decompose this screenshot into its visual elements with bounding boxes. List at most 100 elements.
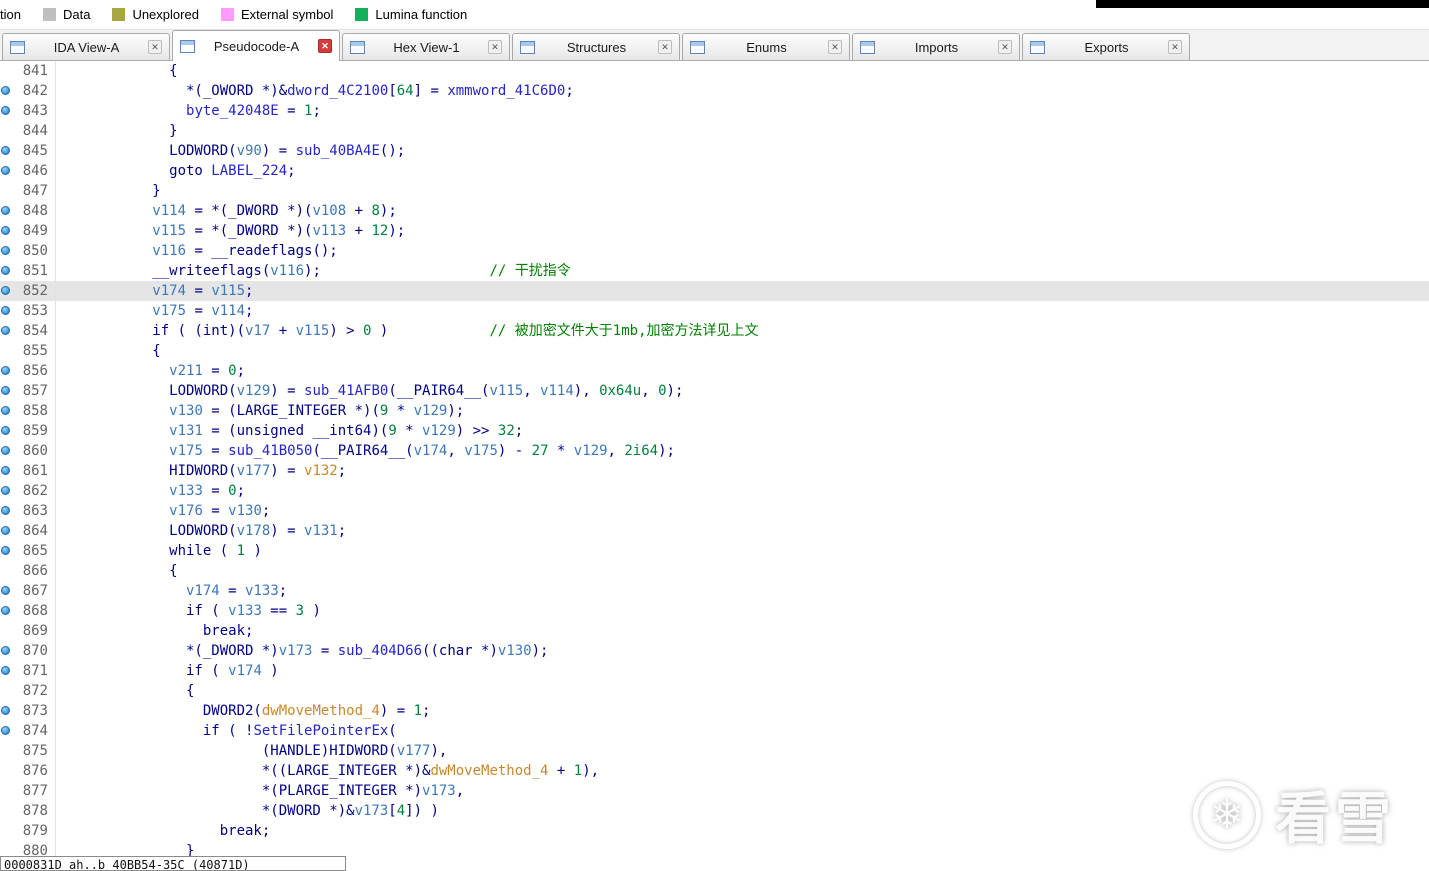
code-line[interactable]: 879 break; bbox=[0, 821, 1429, 841]
code-line[interactable]: 847 } bbox=[0, 181, 1429, 201]
tab-structures[interactable]: Structures ✕ bbox=[512, 33, 680, 60]
tab-close-button[interactable]: ✕ bbox=[998, 40, 1012, 54]
code-text[interactable]: v176 = v130; bbox=[56, 501, 270, 521]
code-line[interactable]: 852 v174 = v115; bbox=[0, 281, 1429, 301]
tab-imports[interactable]: Imports ✕ bbox=[852, 33, 1020, 60]
code-text[interactable]: v131 = (unsigned __int64)(9 * v129) >> 3… bbox=[56, 421, 523, 441]
tab-close-button[interactable]: ✕ bbox=[318, 39, 332, 53]
code-text[interactable]: if ( v174 ) bbox=[56, 661, 279, 681]
code-text[interactable]: v114 = *(_DWORD *)(v108 + 8); bbox=[56, 201, 396, 221]
code-text[interactable]: v174 = v133; bbox=[56, 581, 287, 601]
code-line[interactable]: 877 *(PLARGE_INTEGER *)v173, bbox=[0, 781, 1429, 801]
code-text[interactable]: { bbox=[56, 61, 177, 81]
code-text[interactable]: goto LABEL_224; bbox=[56, 161, 295, 181]
line-number: 850 bbox=[22, 243, 48, 259]
code-text[interactable]: if ( !SetFilePointerEx( bbox=[56, 721, 397, 741]
code-text[interactable]: } bbox=[56, 121, 177, 141]
code-line[interactable]: 878 *(DWORD *)&v173[4]) ) bbox=[0, 801, 1429, 821]
tab-close-button[interactable]: ✕ bbox=[658, 40, 672, 54]
code-text[interactable]: HIDWORD(v177) = v132; bbox=[56, 461, 346, 481]
code-line[interactable]: 844 } bbox=[0, 121, 1429, 141]
code-line[interactable]: 859 v131 = (unsigned __int64)(9 * v129) … bbox=[0, 421, 1429, 441]
code-line[interactable]: 849 v115 = *(_DWORD *)(v113 + 12); bbox=[0, 221, 1429, 241]
code-line[interactable]: 861 HIDWORD(v177) = v132; bbox=[0, 461, 1429, 481]
code-line[interactable]: 855 { bbox=[0, 341, 1429, 361]
line-number: 870 bbox=[22, 643, 48, 659]
code-line[interactable]: 856 v211 = 0; bbox=[0, 361, 1429, 381]
line-number: 866 bbox=[22, 563, 48, 579]
code-text[interactable]: break; bbox=[56, 821, 271, 841]
code-line[interactable]: 867 v174 = v133; bbox=[0, 581, 1429, 601]
code-line[interactable]: 841 { bbox=[0, 61, 1429, 81]
tab-close-button[interactable]: ✕ bbox=[488, 40, 502, 54]
code-line[interactable]: 846 goto LABEL_224; bbox=[0, 161, 1429, 181]
code-text[interactable]: LODWORD(v129) = sub_41AFB0(__PAIR64__(v1… bbox=[56, 381, 683, 401]
code-text[interactable]: { bbox=[56, 341, 160, 361]
line-gutter: 854 bbox=[0, 321, 56, 341]
tab-label: Structures bbox=[566, 39, 627, 55]
code-line[interactable]: 848 v114 = *(_DWORD *)(v108 + 8); bbox=[0, 201, 1429, 221]
code-line[interactable]: 843 byte_42048E = 1; bbox=[0, 101, 1429, 121]
code-line[interactable]: 874 if ( !SetFilePointerEx( bbox=[0, 721, 1429, 741]
address-dot-icon bbox=[1, 146, 10, 155]
code-text[interactable]: { bbox=[56, 681, 194, 701]
code-line[interactable]: 875 (HANDLE)HIDWORD(v177), bbox=[0, 741, 1429, 761]
tab-close-button[interactable]: ✕ bbox=[148, 40, 162, 54]
code-text[interactable]: *(DWORD *)&v173[4]) ) bbox=[56, 801, 439, 821]
code-text[interactable]: v133 = 0; bbox=[56, 481, 245, 501]
code-text[interactable]: v175 = v114; bbox=[56, 301, 253, 321]
code-text[interactable]: LODWORD(v178) = v131; bbox=[56, 521, 346, 541]
code-text[interactable]: __writeeflags(v116); // 干扰指令 bbox=[56, 261, 570, 281]
code-text[interactable]: DWORD2(dwMoveMethod_4) = 1; bbox=[56, 701, 431, 721]
code-text[interactable]: (HANDLE)HIDWORD(v177), bbox=[56, 741, 447, 761]
code-text[interactable]: { bbox=[56, 561, 177, 581]
code-text[interactable]: while ( 1 ) bbox=[56, 541, 262, 561]
code-line[interactable]: 865 while ( 1 ) bbox=[0, 541, 1429, 561]
code-line[interactable]: 864 LODWORD(v178) = v131; bbox=[0, 521, 1429, 541]
code-line[interactable]: 857 LODWORD(v129) = sub_41AFB0(__PAIR64_… bbox=[0, 381, 1429, 401]
code-text[interactable]: v116 = __readeflags(); bbox=[56, 241, 337, 261]
code-text[interactable]: v211 = 0; bbox=[56, 361, 245, 381]
code-text[interactable]: v130 = (LARGE_INTEGER *)(9 * v129); bbox=[56, 401, 464, 421]
code-line[interactable]: 866 { bbox=[0, 561, 1429, 581]
ida-window: tion Data Unexplored External symbol Lumina… bbox=[0, 0, 1429, 871]
code-text[interactable]: if ( v133 == 3 ) bbox=[56, 601, 321, 621]
code-text[interactable]: if ( (int)(v17 + v115) > 0 ) // 被加密文件大于1… bbox=[56, 321, 758, 341]
code-line[interactable]: 854 if ( (int)(v17 + v115) > 0 ) // 被加密文… bbox=[0, 321, 1429, 341]
code-line[interactable]: 842 *(_OWORD *)&dword_4C2100[64] = xmmwo… bbox=[0, 81, 1429, 101]
code-line[interactable]: 868 if ( v133 == 3 ) bbox=[0, 601, 1429, 621]
code-line[interactable]: 850 v116 = __readeflags(); bbox=[0, 241, 1429, 261]
tab-pseudocode-a[interactable]: Pseudocode-A ✕ bbox=[172, 30, 340, 61]
code-line[interactable]: 863 v176 = v130; bbox=[0, 501, 1429, 521]
code-text[interactable]: LODWORD(v90) = sub_40BA4E(); bbox=[56, 141, 405, 161]
code-text[interactable]: break; bbox=[56, 621, 254, 641]
code-text[interactable]: *(_OWORD *)&dword_4C2100[64] = xmmword_4… bbox=[56, 81, 574, 101]
code-line[interactable]: 869 break; bbox=[0, 621, 1429, 641]
tab-close-button[interactable]: ✕ bbox=[1168, 40, 1182, 54]
code-text[interactable]: } bbox=[56, 181, 160, 201]
code-line[interactable]: 858 v130 = (LARGE_INTEGER *)(9 * v129); bbox=[0, 401, 1429, 421]
code-text[interactable]: *(PLARGE_INTEGER *)v173, bbox=[56, 781, 464, 801]
code-line[interactable]: 876 *((LARGE_INTEGER *)&dwMoveMethod_4 +… bbox=[0, 761, 1429, 781]
code-line[interactable]: 871 if ( v174 ) bbox=[0, 661, 1429, 681]
code-line[interactable]: 853 v175 = v114; bbox=[0, 301, 1429, 321]
tab-label: Imports bbox=[914, 39, 959, 55]
code-line[interactable]: 873 DWORD2(dwMoveMethod_4) = 1; bbox=[0, 701, 1429, 721]
tab-exports[interactable]: Exports ✕ bbox=[1022, 33, 1190, 60]
tab-close-button[interactable]: ✕ bbox=[828, 40, 842, 54]
code-text[interactable]: v174 = v115; bbox=[56, 281, 253, 301]
code-line[interactable]: 851 __writeeflags(v116); // 干扰指令 bbox=[0, 261, 1429, 281]
code-text[interactable]: byte_42048E = 1; bbox=[56, 101, 321, 121]
code-text[interactable]: *((LARGE_INTEGER *)&dwMoveMethod_4 + 1), bbox=[56, 761, 599, 781]
code-text[interactable]: v175 = sub_41B050(__PAIR64__(v174, v175)… bbox=[56, 441, 675, 461]
tab-ida-view-a[interactable]: IDA View-A ✕ bbox=[2, 33, 170, 60]
tab-enums[interactable]: Enums ✕ bbox=[682, 33, 850, 60]
code-text[interactable]: *(_DWORD *)v173 = sub_404D66((char *)v13… bbox=[56, 641, 548, 661]
code-line[interactable]: 845 LODWORD(v90) = sub_40BA4E(); bbox=[0, 141, 1429, 161]
code-line[interactable]: 872 { bbox=[0, 681, 1429, 701]
code-line[interactable]: 862 v133 = 0; bbox=[0, 481, 1429, 501]
code-line[interactable]: 870 *(_DWORD *)v173 = sub_404D66((char *… bbox=[0, 641, 1429, 661]
code-line[interactable]: 860 v175 = sub_41B050(__PAIR64__(v174, v… bbox=[0, 441, 1429, 461]
code-text[interactable]: v115 = *(_DWORD *)(v113 + 12); bbox=[56, 221, 405, 241]
tab-hex-view-1[interactable]: Hex View-1 ✕ bbox=[342, 33, 510, 60]
